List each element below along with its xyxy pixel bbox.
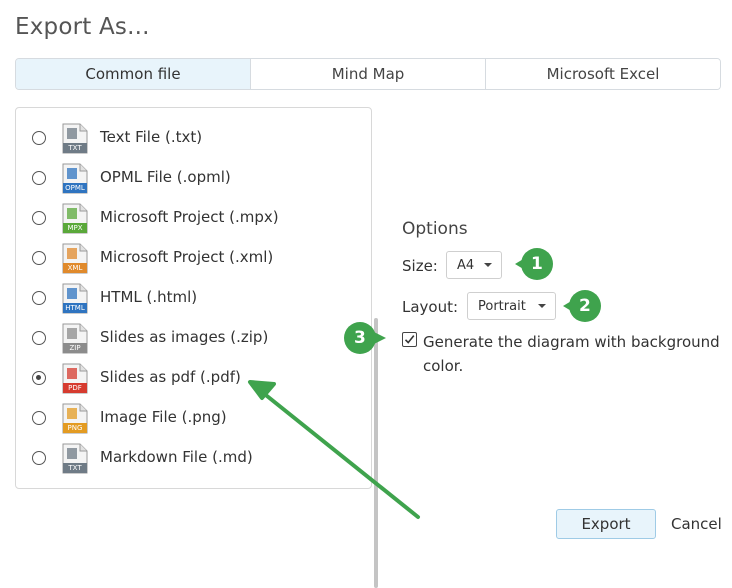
layout-value: Portrait bbox=[478, 298, 526, 314]
badge-arrow-right-icon bbox=[344, 322, 386, 354]
radio-button[interactable] bbox=[32, 451, 46, 465]
file-type-tag: OPML bbox=[65, 184, 85, 192]
file-format-label: Microsoft Project (.xml) bbox=[100, 248, 274, 266]
radio-button[interactable] bbox=[32, 211, 46, 225]
file-format-option[interactable]: OPML OPML File (.opml) bbox=[16, 159, 356, 199]
radio-button[interactable] bbox=[32, 371, 46, 385]
file-format-label: Slides as images (.zip) bbox=[100, 328, 269, 346]
chevron-down-icon bbox=[484, 263, 492, 267]
badge-number: 1 bbox=[531, 254, 543, 274]
file-type-tag: TXT bbox=[68, 144, 82, 152]
file-format-option[interactable]: PDF Slides as pdf (.pdf) bbox=[16, 359, 356, 399]
tab-common-file[interactable]: Common file bbox=[16, 59, 250, 89]
pdf-file-icon: PDF bbox=[62, 363, 88, 394]
tab-mind-map[interactable]: Mind Map bbox=[250, 59, 485, 89]
file-format-option[interactable]: HTML HTML (.html) bbox=[16, 279, 356, 319]
radio-button[interactable] bbox=[32, 331, 46, 345]
file-type-tag: MPX bbox=[67, 224, 83, 232]
radio-button[interactable] bbox=[32, 411, 46, 425]
file-format-label: OPML File (.opml) bbox=[100, 168, 231, 186]
export-button[interactable]: Export bbox=[556, 509, 656, 539]
radio-button[interactable] bbox=[32, 131, 46, 145]
annotation-badge-3: 3 bbox=[344, 322, 386, 354]
size-label: Size: bbox=[402, 257, 438, 275]
file-format-list: TXT Text File (.txt) OPML OPML File (.opml)… bbox=[15, 107, 378, 588]
file-format-option[interactable]: PNG Image File (.png) bbox=[16, 399, 356, 439]
file-type-tag: PDF bbox=[68, 384, 82, 392]
radio-button[interactable] bbox=[32, 171, 46, 185]
project-mpx-icon: MPX bbox=[62, 203, 88, 234]
png-file-icon: PNG bbox=[62, 403, 88, 434]
file-type-tag: ZIP bbox=[69, 344, 81, 352]
opml-file-icon: OPML bbox=[62, 163, 88, 194]
radio-button[interactable] bbox=[32, 251, 46, 265]
file-type-tag: XML bbox=[67, 264, 83, 272]
checkmark-icon bbox=[404, 335, 415, 344]
size-value: A4 bbox=[457, 257, 475, 273]
options-heading: Options bbox=[402, 219, 468, 239]
file-format-label: Slides as pdf (.pdf) bbox=[100, 368, 241, 386]
annotation-badge-1: 1 bbox=[515, 248, 553, 280]
badge-number: 3 bbox=[354, 328, 366, 348]
layout-label: Layout: bbox=[402, 298, 459, 316]
dialog-title: Export As... bbox=[15, 14, 150, 40]
export-type-tabs: Common file Mind Map Microsoft Excel bbox=[15, 58, 721, 90]
annotation-badge-2: 2 bbox=[563, 290, 601, 322]
file-format-label: Microsoft Project (.mpx) bbox=[100, 208, 279, 226]
size-dropdown[interactable]: A4 bbox=[446, 251, 502, 279]
markdown-file-icon: TXT bbox=[62, 443, 88, 474]
chevron-down-icon bbox=[538, 304, 546, 308]
zip-file-icon: ZIP bbox=[62, 323, 88, 354]
file-type-tag: HTML bbox=[65, 304, 85, 312]
list-scrollbar[interactable] bbox=[374, 318, 378, 588]
tab-microsoft-excel[interactable]: Microsoft Excel bbox=[485, 59, 720, 89]
file-format-label: Text File (.txt) bbox=[100, 128, 203, 146]
badge-number: 2 bbox=[579, 296, 591, 316]
file-format-option[interactable]: XML Microsoft Project (.xml) bbox=[16, 239, 356, 279]
text-file-icon: TXT bbox=[62, 123, 88, 154]
file-format-option[interactable]: TXT Text File (.txt) bbox=[16, 119, 356, 159]
background-color-checkbox[interactable] bbox=[402, 332, 417, 347]
file-type-tag: TXT bbox=[68, 464, 82, 472]
file-format-label: Markdown File (.md) bbox=[100, 448, 253, 466]
xml-file-icon: XML bbox=[62, 243, 88, 274]
file-type-tag: PNG bbox=[67, 424, 83, 432]
background-color-label: Generate the diagram with background col… bbox=[423, 333, 720, 375]
html-file-icon: HTML bbox=[62, 283, 88, 314]
cancel-button[interactable]: Cancel bbox=[671, 515, 722, 533]
file-format-label: HTML (.html) bbox=[100, 288, 198, 306]
layout-dropdown[interactable]: Portrait bbox=[467, 292, 556, 320]
file-format-label: Image File (.png) bbox=[100, 408, 227, 426]
file-format-option[interactable]: MPX Microsoft Project (.mpx) bbox=[16, 199, 356, 239]
file-format-option[interactable]: ZIP Slides as images (.zip) bbox=[16, 319, 356, 359]
file-format-option[interactable]: TXT Markdown File (.md) bbox=[16, 439, 356, 479]
radio-button[interactable] bbox=[32, 291, 46, 305]
